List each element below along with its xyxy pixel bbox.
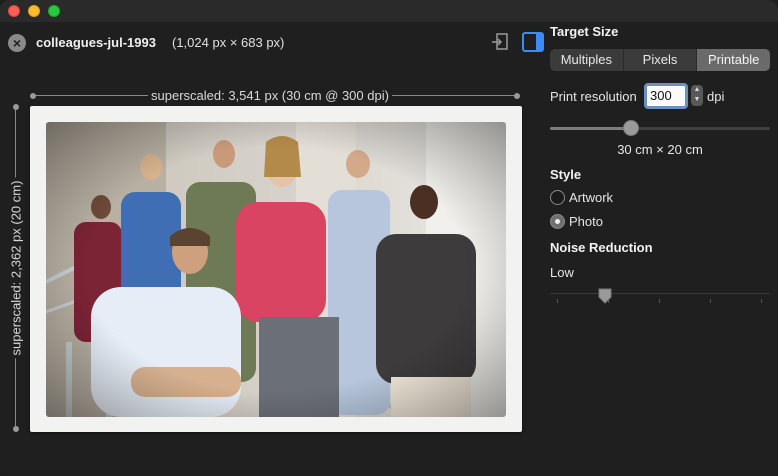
photo-radio[interactable] (550, 214, 565, 229)
sidebar-toggle-icon[interactable] (522, 32, 544, 52)
noise-tick (557, 299, 558, 303)
app-window: × colleagues-jul-1993 (1,024 px × 683 px… (0, 0, 778, 476)
file-name: colleagues-jul-1993 (36, 35, 156, 50)
tab-multiples[interactable]: Multiples (550, 49, 623, 71)
tab-printable[interactable]: Printable (696, 49, 770, 71)
style-title: Style (550, 167, 582, 182)
style-option-photo[interactable]: Photo (550, 214, 603, 229)
preview-photo[interactable] (46, 122, 506, 417)
noise-reduction-value: Low (550, 265, 574, 280)
resolution-slider-knob[interactable] (623, 120, 640, 136)
file-dimensions: (1,024 px × 683 px) (172, 35, 285, 50)
export-icon[interactable] (490, 32, 510, 52)
noise-tick (710, 299, 711, 303)
target-size-segmented-control: Multiples Pixels Printable (550, 49, 770, 71)
artwork-radio[interactable] (550, 190, 565, 205)
print-resolution-label: Print resolution (550, 89, 637, 104)
noise-tick (761, 299, 762, 303)
print-resolution-input[interactable]: 300 (644, 83, 688, 109)
resolution-slider-fill (550, 127, 632, 130)
horizontal-size-label: superscaled: 3,541 px (30 cm @ 300 dpi) (148, 88, 392, 103)
photo-label: Photo (569, 214, 603, 229)
noise-reduction-title: Noise Reduction (550, 240, 653, 255)
noise-tick (659, 299, 660, 303)
noise-reduction-slider[interactable] (550, 293, 770, 294)
artwork-label: Artwork (569, 190, 614, 205)
resolution-slider[interactable] (550, 127, 770, 130)
close-icon[interactable]: × (8, 34, 26, 52)
print-preview (30, 106, 522, 432)
window-zoom-button[interactable] (48, 5, 60, 17)
style-option-artwork[interactable]: Artwork (550, 190, 613, 205)
toolbar: × colleagues-jul-1993 (1,024 px × 683 px… (0, 22, 545, 66)
tab-pixels[interactable]: Pixels (622, 49, 697, 71)
window-minimize-button[interactable] (28, 5, 40, 17)
settings-panel: Target Size Multiples Pixels Printable P… (545, 22, 778, 476)
resolution-unit-label: dpi (707, 89, 725, 104)
noise-reduction-slider-knob[interactable] (598, 288, 612, 304)
title-bar (0, 0, 778, 22)
target-size-title: Target Size (550, 24, 619, 39)
print-size-label: 30 cm × 20 cm (617, 142, 703, 157)
stepper-icon[interactable]: ▲ ▼ (691, 85, 703, 106)
window-close-button[interactable] (8, 5, 20, 17)
vertical-size-label: superscaled: 2,362 px (20 cm) (8, 177, 24, 359)
